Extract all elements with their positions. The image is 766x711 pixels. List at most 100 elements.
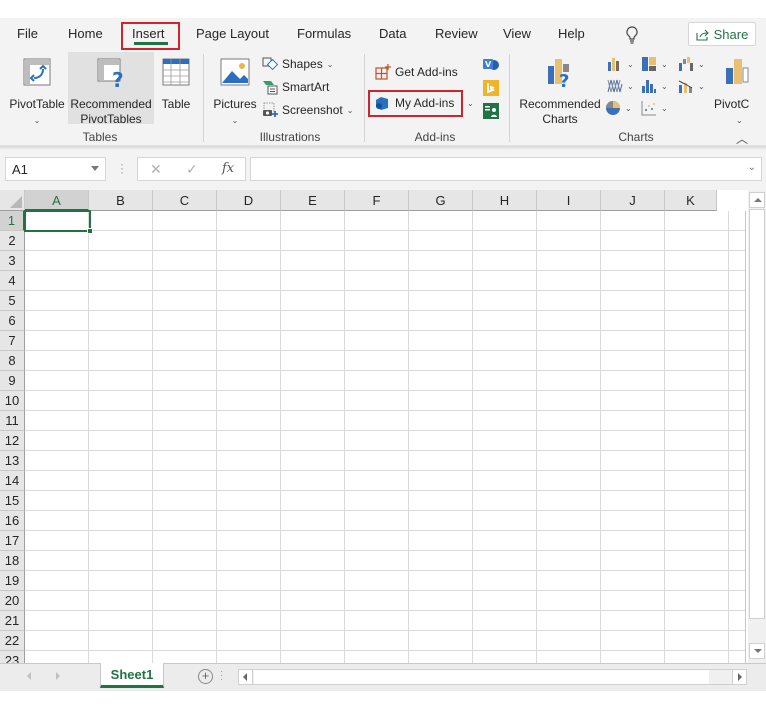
recommended-pivottables-icon: ? <box>97 58 124 92</box>
get-addins-button[interactable]: Get Add-ins <box>375 64 458 80</box>
scroll-left-button[interactable] <box>239 670 253 684</box>
scroll-down-button[interactable] <box>749 643 765 659</box>
waterfall-chart-button[interactable]: ⌄ <box>678 56 705 72</box>
enter-icon[interactable]: ✓ <box>186 161 198 178</box>
visio-icon[interactable]: V <box>482 56 500 72</box>
recommended-charts-line2: Charts <box>542 112 578 126</box>
people-graph-icon[interactable] <box>483 103 499 119</box>
lightbulb-icon[interactable] <box>624 25 640 45</box>
fill-handle[interactable] <box>87 228 93 234</box>
next-sheet-icon[interactable] <box>56 672 60 680</box>
column-header-j[interactable]: J <box>601 190 665 211</box>
row-header-19[interactable]: 19 <box>0 571 25 591</box>
pivottable-icon <box>23 58 51 86</box>
select-all-button[interactable] <box>0 190 25 211</box>
combo-chart-button[interactable]: ⌄ <box>678 78 705 94</box>
vertical-scrollbar[interactable] <box>748 190 766 663</box>
share-button[interactable]: Share <box>688 22 756 46</box>
insert-function-icon[interactable]: fx <box>222 161 234 176</box>
row-header-16[interactable]: 16 <box>0 511 25 531</box>
row-header-14[interactable]: 14 <box>0 471 25 491</box>
active-cell-a1[interactable] <box>24 210 91 232</box>
formula-bar-resize-handle[interactable]: · · · <box>120 158 124 178</box>
row-header-21[interactable]: 21 <box>0 611 25 631</box>
my-addins-dropdown-chevron[interactable]: ⌄ <box>467 99 474 108</box>
tab-help[interactable]: Help <box>558 26 585 41</box>
table-button[interactable]: Table <box>156 52 196 124</box>
column-header-k[interactable]: K <box>665 190 717 211</box>
tab-view[interactable]: View <box>503 26 531 41</box>
column-header-g[interactable]: G <box>409 190 473 211</box>
row-header-7[interactable]: 7 <box>0 331 25 351</box>
row-header-3[interactable]: 3 <box>0 251 25 271</box>
group-label-addins: Add-ins <box>414 130 456 144</box>
expand-formula-bar-icon[interactable]: ⌄ <box>748 162 756 173</box>
svg-text:?: ? <box>559 71 569 88</box>
scroll-right-button[interactable] <box>732 670 746 684</box>
name-box[interactable]: A1 <box>5 157 106 181</box>
column-header-f[interactable]: F <box>345 190 409 211</box>
row-header-10[interactable]: 10 <box>0 391 25 411</box>
chevron-down-icon: ⌄ <box>698 81 705 91</box>
smartart-button[interactable]: SmartArt <box>262 79 329 95</box>
statistic-chart-button[interactable]: ⌄ <box>641 78 668 94</box>
tab-home[interactable]: Home <box>68 26 103 41</box>
cancel-icon[interactable]: ✕ <box>150 161 162 178</box>
pie-chart-button[interactable]: ⌄ <box>605 100 632 116</box>
row-header-18[interactable]: 18 <box>0 551 25 571</box>
hierarchy-chart-button[interactable]: ⌄ <box>641 56 668 72</box>
screenshot-button[interactable]: Screenshot ⌄ <box>262 102 353 118</box>
recommended-charts-icon: ? <box>548 59 569 92</box>
row-header-17[interactable]: 17 <box>0 531 25 551</box>
scroll-up-button[interactable] <box>749 192 765 208</box>
column-header-e[interactable]: E <box>281 190 345 211</box>
name-box-dropdown-icon[interactable] <box>91 166 99 171</box>
horizontal-scrollbar[interactable] <box>238 669 747 685</box>
column-header-h[interactable]: H <box>473 190 537 211</box>
line-chart-button[interactable]: ⌄ <box>607 78 634 94</box>
tab-formulas[interactable]: Formulas <box>297 26 351 41</box>
tab-file[interactable]: File <box>17 26 38 41</box>
add-sheet-icon[interactable]: + <box>198 669 213 684</box>
row-header-4[interactable]: 4 <box>0 271 25 291</box>
vertical-scroll-thumb[interactable] <box>749 209 765 619</box>
pivotchart-button[interactable]: PivotC ⌄ <box>712 52 766 124</box>
row-header-9[interactable]: 9 <box>0 371 25 391</box>
formula-input[interactable]: ⌄ <box>250 157 762 181</box>
horizontal-scroll-thumb[interactable] <box>254 670 709 684</box>
row-header-5[interactable]: 5 <box>0 291 25 311</box>
row-header-20[interactable]: 20 <box>0 591 25 611</box>
row-header-8[interactable]: 8 <box>0 351 25 371</box>
row-header-2[interactable]: 2 <box>0 231 25 251</box>
row-header-15[interactable]: 15 <box>0 491 25 511</box>
row-header-11[interactable]: 11 <box>0 411 25 431</box>
scatter-chart-button[interactable]: ⌄ <box>641 100 668 116</box>
column-header-i[interactable]: I <box>537 190 601 211</box>
tab-review[interactable]: Review <box>435 26 478 41</box>
collapse-ribbon-icon[interactable]: ︿ <box>736 130 748 147</box>
column-header-d[interactable]: D <box>217 190 281 211</box>
worksheet-grid: ABCDEFGHIJK 1 2 3 4 5 6 7 8 9 10 11 12 13 14 15 16 17 18 1… <box>0 190 766 671</box>
row-header-6[interactable]: 6 <box>0 311 25 331</box>
pivottable-button[interactable]: PivotTable ⌄ <box>6 52 68 125</box>
row-header-22[interactable]: 22 <box>0 631 25 651</box>
cell-area[interactable] <box>25 211 746 663</box>
row-header-12[interactable]: 12 <box>0 431 25 451</box>
previous-sheet-icon[interactable] <box>27 672 31 680</box>
column-header-c[interactable]: C <box>153 190 217 211</box>
tab-data[interactable]: Data <box>379 26 406 41</box>
column-chart-button[interactable]: ⌄ <box>607 56 634 72</box>
row-header-13[interactable]: 13 <box>0 451 25 471</box>
column-header-b[interactable]: B <box>89 190 153 211</box>
tab-page-layout[interactable]: Page Layout <box>196 26 269 41</box>
sheet-tab-bar: Sheet1 + · · · <box>0 663 766 691</box>
shapes-button[interactable]: Shapes ⌄ <box>262 56 333 72</box>
bing-maps-icon[interactable] <box>483 80 499 96</box>
row-header-1[interactable]: 1 <box>0 211 25 231</box>
recommended-pivottables-button[interactable]: ? Recommended PivotTables <box>68 52 154 126</box>
pictures-button[interactable]: Pictures ⌄ <box>211 52 259 125</box>
tab-split-handle[interactable]: · · · <box>220 667 223 685</box>
column-header-a[interactable]: A <box>25 190 89 211</box>
sheet-tab-sheet1[interactable]: Sheet1 <box>100 663 164 688</box>
recommended-charts-button[interactable]: ? Recommended Charts <box>516 52 604 126</box>
